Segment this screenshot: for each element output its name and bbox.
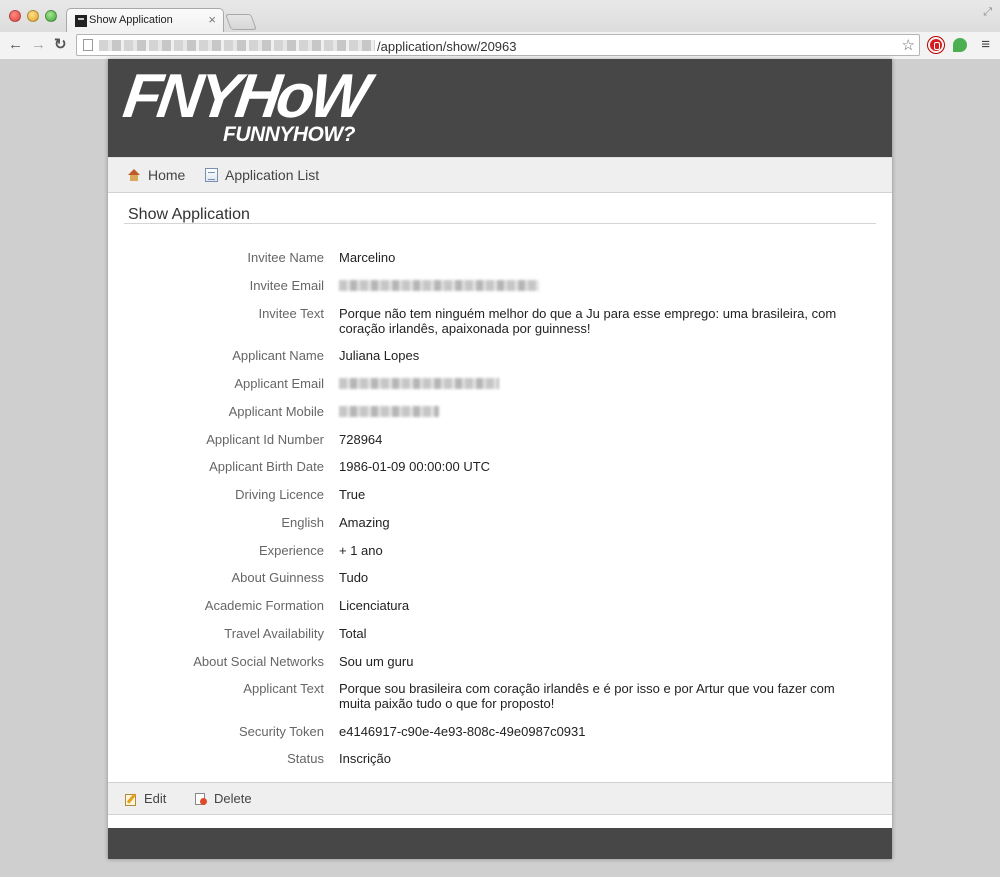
list-icon	[205, 168, 218, 182]
field-label: Applicant Birth Date	[209, 459, 324, 474]
browser-tab[interactable]: Show Application ×	[66, 8, 224, 32]
field-value: Marcelino	[339, 250, 396, 265]
logo-tagline: FUNNYHOW?	[223, 123, 355, 146]
url-path: /application/show/20963	[377, 39, 517, 54]
nav-home-label: Home	[148, 167, 186, 183]
nav-home-link[interactable]: Home	[127, 167, 185, 183]
new-tab-button[interactable]	[225, 14, 257, 30]
field-value: Porque sou brasileira com coração irland…	[339, 681, 835, 711]
field-value-redacted	[339, 404, 849, 420]
field-label: Status	[287, 751, 324, 766]
field-label: Applicant Mobile	[228, 404, 324, 419]
field-value: + 1 ano	[339, 543, 383, 558]
site-footer	[108, 828, 892, 859]
field-value: Sou um guru	[339, 654, 414, 669]
field-label: About Guinness	[231, 570, 324, 585]
field-label: Applicant Id Number	[206, 432, 324, 447]
tab-title: Show Application	[89, 14, 173, 26]
field-value-redacted	[339, 278, 849, 294]
field-value: Juliana Lopes	[339, 348, 420, 363]
tab-close-icon[interactable]: ×	[208, 12, 216, 27]
logo[interactable]: FNYHoW	[119, 62, 370, 131]
address-bar[interactable]: /application/show/20963 ☆	[76, 34, 920, 56]
close-window-button[interactable]	[9, 10, 21, 22]
page-title: Show Application	[128, 206, 250, 223]
extension-red-icon[interactable]	[928, 37, 944, 53]
delete-button[interactable]: Delete	[195, 791, 252, 806]
action-bar: Edit Delete	[108, 782, 892, 815]
field-label: English	[281, 515, 324, 530]
edit-button[interactable]: Edit	[125, 791, 166, 806]
field-value: Porque não tem ninguém melhor do que a J…	[339, 306, 837, 336]
field-label: Applicant Email	[234, 376, 324, 391]
navbar: Home Application List	[108, 157, 892, 193]
field-value: Licenciatura	[339, 598, 410, 613]
edit-icon	[125, 793, 137, 806]
field-value: Tudo	[339, 570, 369, 585]
field-label: About Social Networks	[193, 654, 324, 669]
field-label: Applicant Text	[243, 681, 324, 696]
field-value: Total	[339, 626, 367, 641]
favicon-icon	[75, 15, 87, 27]
back-icon[interactable]: ←	[8, 36, 23, 54]
field-label: Invitee Name	[247, 250, 324, 265]
title-divider	[124, 223, 876, 224]
minimize-window-button[interactable]	[27, 10, 39, 22]
browser-toolbar: ← → ↻ /application/show/20963 ☆	[0, 32, 1000, 59]
field-value: 728964	[339, 432, 383, 447]
field-label: Invitee Email	[249, 278, 324, 293]
url-host-redacted	[99, 40, 375, 51]
field-label: Applicant Name	[232, 348, 324, 363]
zoom-window-button[interactable]	[45, 10, 57, 22]
bookmark-star-icon[interactable]: ☆	[902, 36, 915, 54]
field-label: Travel Availability	[224, 626, 324, 641]
field-value: 1986-01-09 00:00:00 UTC	[339, 459, 491, 474]
delete-icon	[195, 792, 207, 805]
forward-icon[interactable]: →	[31, 36, 46, 54]
browser-chrome: Show Application × ⤢ ← → ↻ /application/…	[0, 0, 1000, 59]
edit-label: Edit	[144, 791, 167, 806]
field-label: Academic Formation	[204, 598, 324, 613]
field-label: Experience	[258, 543, 324, 558]
field-value: True	[339, 487, 366, 502]
window-controls	[9, 10, 57, 22]
home-icon	[127, 169, 141, 181]
field-label: Invitee Text	[258, 306, 324, 321]
page-icon	[83, 39, 93, 51]
page-container: FNYHoW FUNNYHOW? Home Application List S…	[108, 59, 892, 859]
fullscreen-icon[interactable]: ⤢	[983, 6, 992, 19]
reload-icon[interactable]: ↻	[54, 36, 67, 54]
delete-label: Delete	[214, 791, 252, 806]
field-value-redacted	[339, 376, 849, 392]
field-label: Driving Licence	[235, 487, 324, 502]
nav-application-list-link[interactable]: Application List	[205, 167, 319, 183]
field-label: Security Token	[238, 724, 324, 739]
site-header: FNYHoW FUNNYHOW?	[108, 59, 892, 157]
nav-application-list-label: Application List	[225, 167, 320, 183]
browser-menu-icon[interactable]: ≡	[981, 36, 990, 53]
field-value: Inscrição	[339, 751, 392, 766]
field-value: e4146917-c90e-4e93-808c-49e0987c0931	[339, 724, 586, 739]
extension-green-icon[interactable]	[953, 38, 967, 52]
field-value: Amazing	[339, 515, 390, 530]
